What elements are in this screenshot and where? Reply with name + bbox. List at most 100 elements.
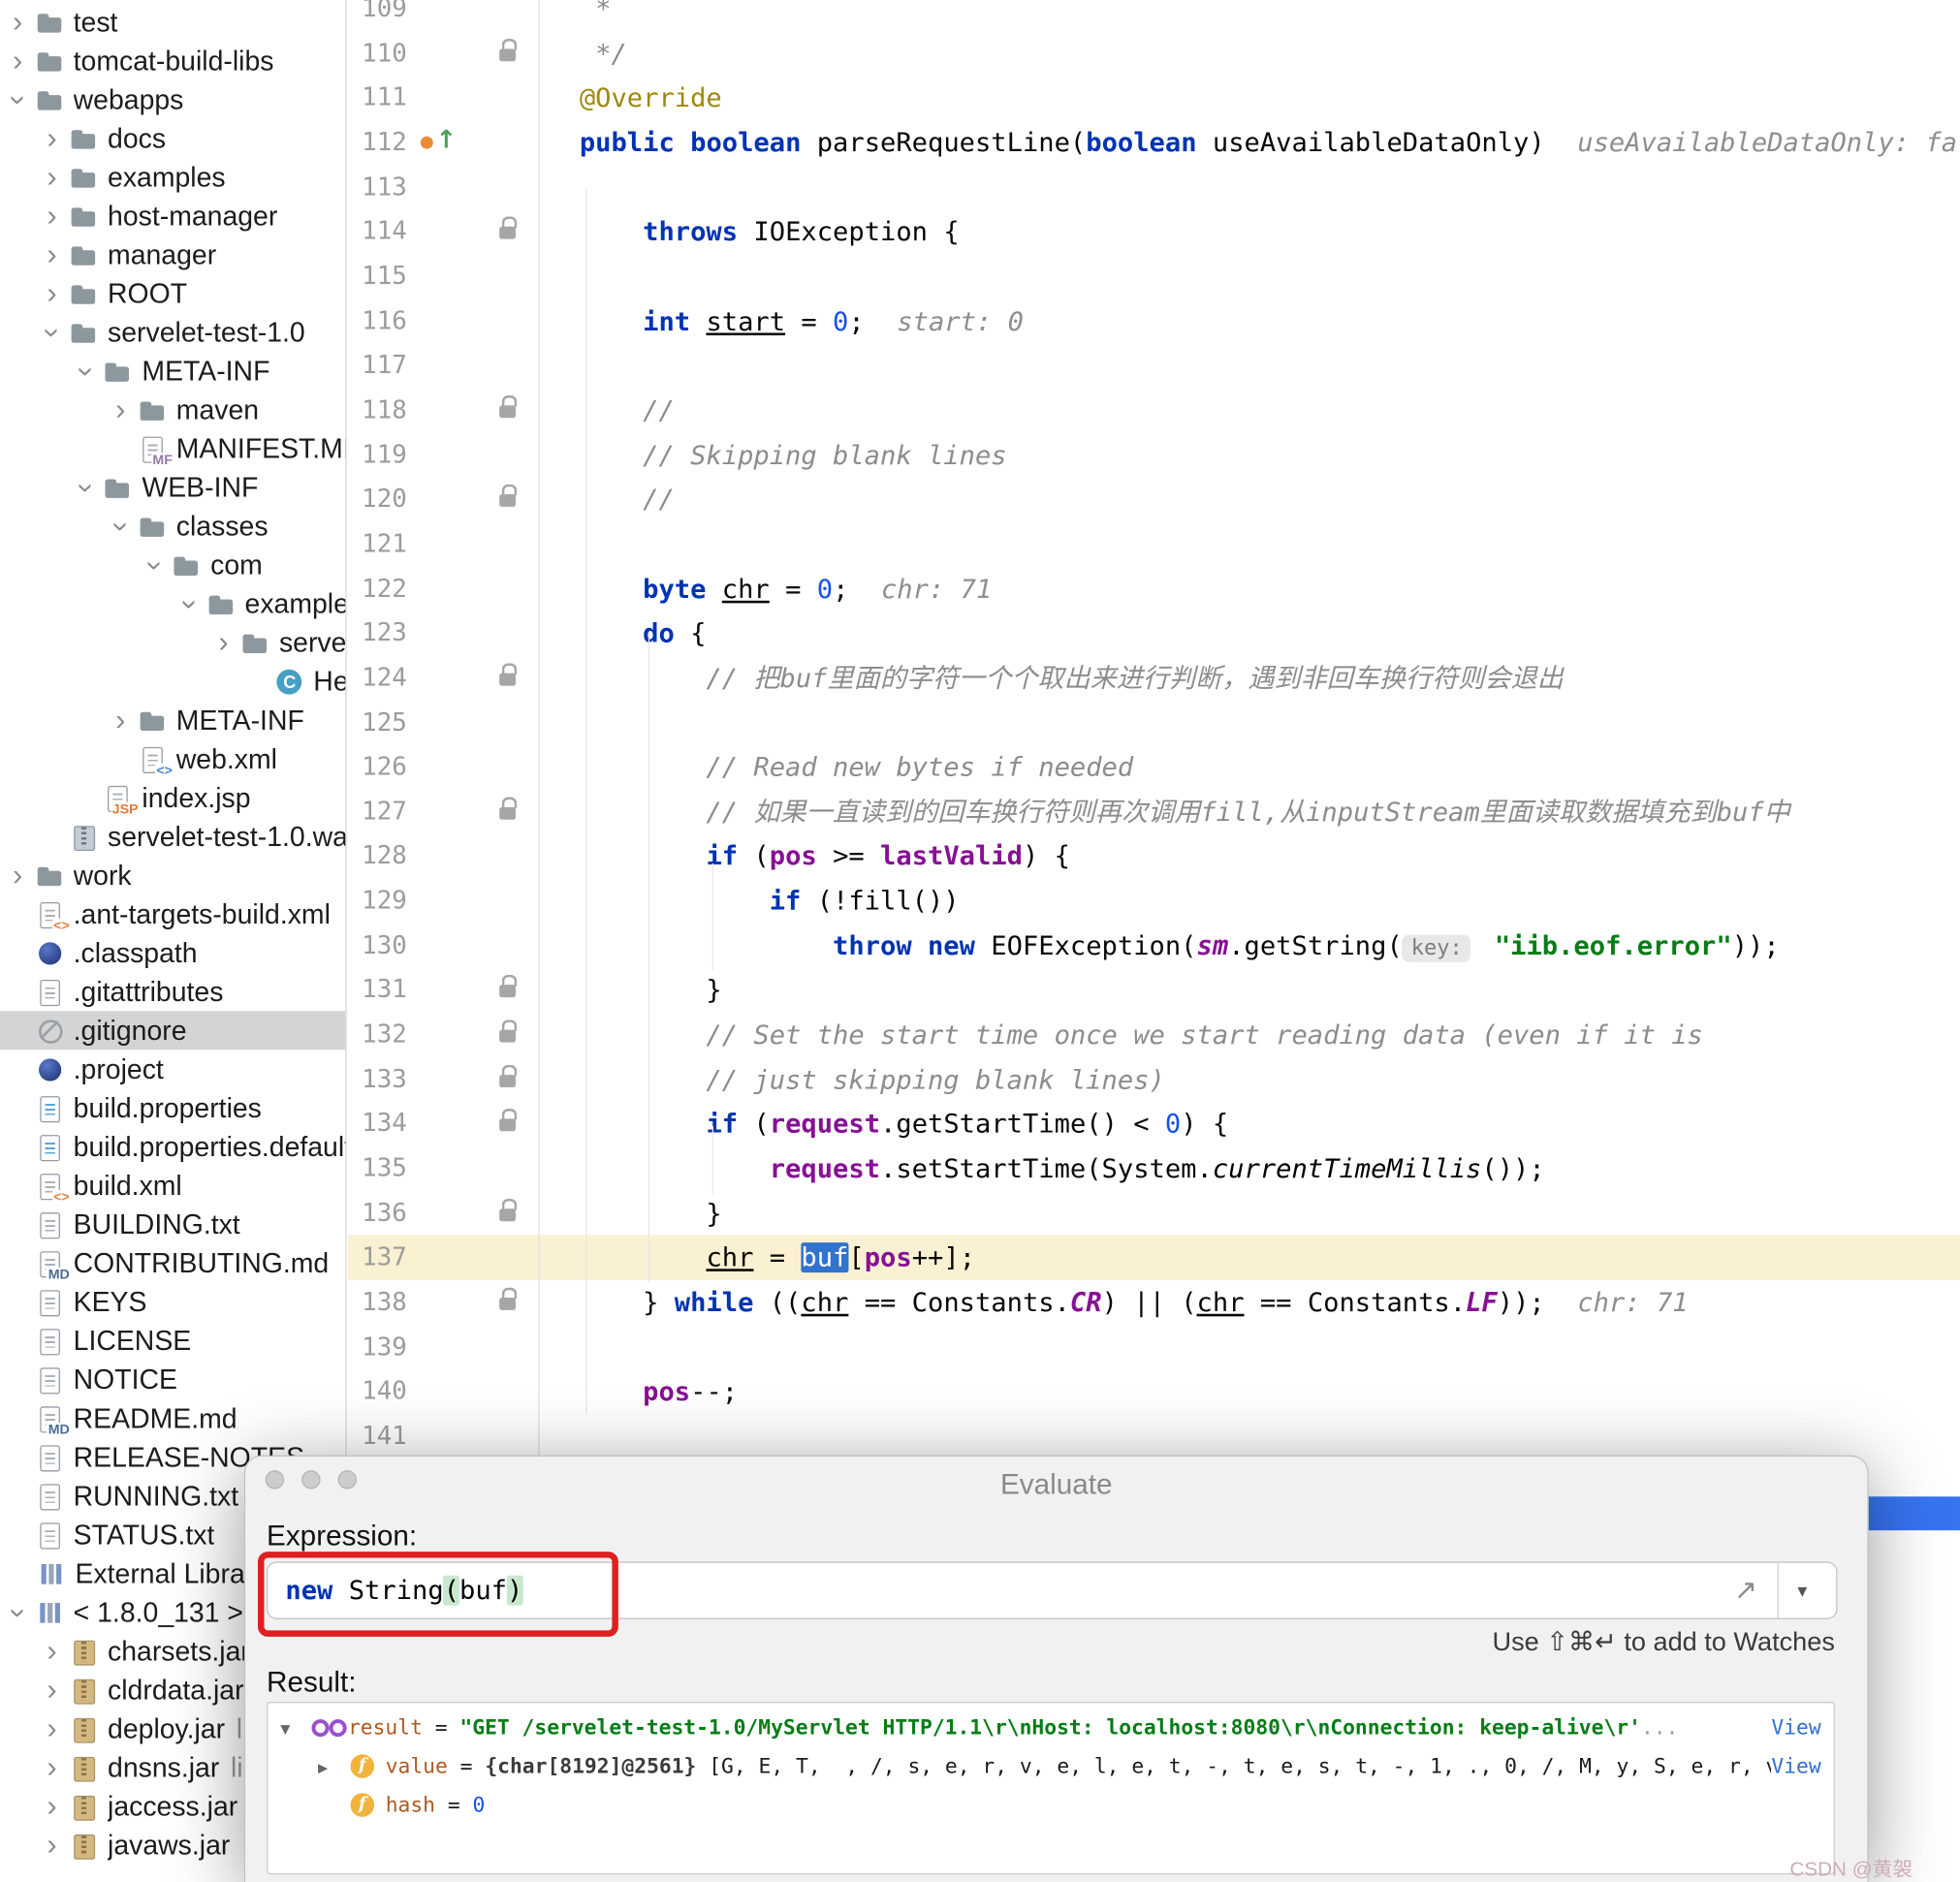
line-number[interactable]: 141 bbox=[362, 1421, 436, 1451]
code-line[interactable]: 123 do { bbox=[348, 611, 1960, 655]
line-number[interactable]: 118 bbox=[362, 394, 436, 424]
tree-item[interactable]: com bbox=[0, 546, 345, 584]
line-number[interactable]: 140 bbox=[362, 1375, 436, 1405]
code-line[interactable]: 130 throw new EOFException(sm.getString(… bbox=[348, 924, 1960, 968]
code-line[interactable]: 132 // Set the start time once we start … bbox=[348, 1013, 1960, 1057]
code-line[interactable]: 115 bbox=[348, 254, 1960, 298]
tree-item[interactable]: examples bbox=[0, 158, 345, 197]
tree-item[interactable]: build.properties.default bbox=[0, 1127, 345, 1166]
chevron-icon[interactable] bbox=[35, 1791, 69, 1821]
line-number[interactable]: 115 bbox=[362, 260, 436, 290]
tree-item[interactable]: tomcat-build-libs bbox=[0, 42, 345, 80]
line-number[interactable]: 135 bbox=[362, 1152, 436, 1182]
code-line[interactable]: 109 * bbox=[348, 0, 1960, 31]
line-number[interactable]: 122 bbox=[362, 573, 436, 603]
code-line[interactable]: 126 // Read new bytes if needed bbox=[348, 744, 1960, 789]
chevron-icon[interactable] bbox=[206, 628, 240, 658]
tree-item[interactable]: ROOT bbox=[0, 274, 345, 313]
tree-item[interactable]: .gitignore bbox=[0, 1011, 345, 1050]
tree-item[interactable]: docs bbox=[0, 119, 345, 158]
tree-item[interactable]: He bbox=[0, 662, 345, 701]
chevron-icon[interactable] bbox=[35, 1675, 69, 1705]
tree-item[interactable]: BUILDING.txt bbox=[0, 1205, 345, 1243]
tree-item[interactable]: .project bbox=[0, 1050, 345, 1088]
chevron-icon[interactable] bbox=[35, 278, 69, 308]
line-number[interactable]: 125 bbox=[362, 706, 436, 737]
expression-input[interactable]: new String(buf) bbox=[267, 1561, 1837, 1618]
code-line[interactable]: 134 if (request.getStartTime() < 0) { bbox=[348, 1102, 1960, 1146]
line-number[interactable]: 120 bbox=[362, 484, 436, 514]
chevron-icon[interactable] bbox=[1, 7, 35, 37]
tree-item[interactable]: <>web.xml bbox=[0, 739, 345, 778]
code-line[interactable]: 125 bbox=[348, 700, 1960, 744]
chevron-icon[interactable] bbox=[35, 162, 69, 192]
line-number[interactable]: 138 bbox=[362, 1286, 436, 1316]
code-line[interactable]: 136 } bbox=[348, 1191, 1960, 1236]
code-line[interactable]: 119 // Skipping blank lines bbox=[348, 432, 1960, 477]
line-number[interactable]: 134 bbox=[362, 1108, 436, 1138]
tree-item[interactable]: MDCONTRIBUTING.md bbox=[0, 1243, 345, 1282]
code-line[interactable]: 139 bbox=[348, 1325, 1960, 1369]
tree-item[interactable]: JSPindex.jsp bbox=[0, 778, 345, 817]
tree-item[interactable]: work bbox=[0, 856, 345, 894]
tree-item[interactable]: build.properties bbox=[0, 1088, 345, 1127]
line-number[interactable]: 113 bbox=[362, 171, 436, 201]
code-line[interactable]: 122 byte chr = 0;chr: 71 bbox=[348, 566, 1960, 611]
line-number[interactable]: 111 bbox=[362, 81, 436, 111]
line-number[interactable]: 137 bbox=[362, 1241, 436, 1271]
tree-item[interactable]: META-INF bbox=[0, 352, 345, 391]
code-line[interactable]: 124 // 把buf里面的字符一个个取出来进行判断，遇到非回车换行符则会退出 bbox=[348, 655, 1960, 700]
chevron-icon[interactable] bbox=[140, 549, 170, 582]
code-line[interactable]: 129 if (!fill()) bbox=[348, 879, 1960, 924]
tree-item[interactable]: <>.ant-targets-build.xml bbox=[0, 894, 345, 933]
tree-item[interactable]: test bbox=[0, 3, 345, 42]
line-number[interactable]: 114 bbox=[362, 215, 436, 245]
chevron-icon[interactable] bbox=[35, 1713, 69, 1743]
chevron-icon[interactable] bbox=[35, 123, 69, 153]
chevron-icon[interactable] bbox=[280, 1715, 310, 1740]
chevron-icon[interactable] bbox=[35, 201, 69, 231]
chevron-icon[interactable] bbox=[71, 470, 101, 504]
tree-item[interactable]: servelet-test-1.0.wa bbox=[0, 817, 345, 856]
code-line[interactable]: 116 int start = 0;start: 0 bbox=[348, 298, 1960, 343]
chevron-icon[interactable] bbox=[35, 1636, 69, 1666]
line-number[interactable]: 129 bbox=[362, 885, 436, 915]
chevron-icon[interactable] bbox=[104, 394, 138, 424]
result-row[interactable]: value = {char[8192]@2561} [G, E, T, , /,… bbox=[268, 1747, 1833, 1786]
chevron-icon[interactable] bbox=[3, 82, 33, 116]
code-line[interactable]: 137 chr = buf[pos++]; bbox=[348, 1236, 1960, 1280]
tree-item[interactable]: servelet-test-1.0 bbox=[0, 313, 345, 352]
line-number[interactable]: 136 bbox=[362, 1197, 436, 1227]
view-link[interactable]: View bbox=[1771, 1715, 1833, 1740]
code-line[interactable]: 110 */ bbox=[348, 31, 1960, 76]
line-number[interactable]: 126 bbox=[362, 751, 436, 781]
line-number[interactable]: 116 bbox=[362, 305, 436, 335]
tree-item[interactable]: NOTICE bbox=[0, 1361, 345, 1399]
chevron-icon[interactable] bbox=[35, 239, 69, 269]
chevron-icon[interactable] bbox=[71, 354, 101, 388]
tree-item[interactable]: maven bbox=[0, 391, 345, 429]
line-number[interactable]: 124 bbox=[362, 662, 436, 692]
code-line[interactable]: 117 bbox=[348, 343, 1960, 388]
chevron-icon[interactable] bbox=[174, 587, 205, 621]
expand-icon[interactable] bbox=[1734, 1574, 1757, 1607]
tree-item[interactable]: LICENSE bbox=[0, 1322, 345, 1361]
tree-item[interactable]: servel bbox=[0, 623, 345, 662]
chevron-icon[interactable] bbox=[318, 1754, 348, 1778]
tree-item[interactable]: .classpath bbox=[0, 933, 345, 972]
chevron-icon[interactable] bbox=[104, 706, 138, 736]
tree-item[interactable]: example bbox=[0, 584, 345, 623]
result-row[interactable]: hash = 0 bbox=[268, 1786, 1833, 1825]
chevron-icon[interactable] bbox=[35, 1830, 69, 1860]
tree-item[interactable]: META-INF bbox=[0, 701, 345, 739]
history-dropdown-icon[interactable] bbox=[1778, 1563, 1826, 1618]
tree-item[interactable]: classes bbox=[0, 507, 345, 546]
view-link[interactable]: View bbox=[1771, 1754, 1833, 1778]
tree-item[interactable]: MDREADME.md bbox=[0, 1399, 345, 1438]
tree-item[interactable]: webapps bbox=[0, 80, 345, 119]
code-line[interactable]: 135 request.setStartTime(System.currentT… bbox=[348, 1146, 1960, 1191]
expression-text[interactable]: new String(buf) bbox=[285, 1576, 1734, 1606]
line-number[interactable]: 132 bbox=[362, 1019, 436, 1049]
line-number[interactable]: 130 bbox=[362, 929, 436, 959]
line-number[interactable]: 119 bbox=[362, 439, 436, 469]
